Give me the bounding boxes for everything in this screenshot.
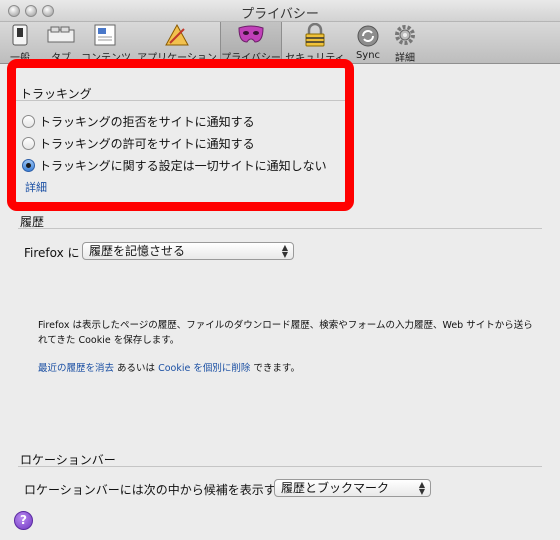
preferences-toolbar: 一般 タブ コンテンツ アプリケーション プライバシー セキュリティ Sync … <box>0 22 560 64</box>
toolbar-sync[interactable]: Sync <box>352 22 384 64</box>
window-title: プライバシー <box>241 7 319 22</box>
history-suffix-text: できます。 <box>253 363 300 374</box>
location-bar-suggest-select-value: 履歴とブックマーク <box>281 481 390 495</box>
content-document-icon <box>92 23 120 47</box>
history-prefix: Firefox に <box>24 246 80 260</box>
security-lock-icon <box>301 23 329 47</box>
history-or-text: あるいは <box>117 363 156 374</box>
location-bar-suggest-select[interactable]: 履歴とブックマーク ▲ ▼ <box>274 479 431 497</box>
toolbar-tabs[interactable]: タブ <box>46 22 76 64</box>
history-description: Firefox は表示したページの履歴、ファイルのダウンロード履歴、検索やフォー… <box>38 320 533 346</box>
location-bar-label: ロケーションバーには次の中から候補を表示する: <box>24 483 292 497</box>
location-bar-divider <box>18 466 542 467</box>
tabs-icon <box>47 23 75 47</box>
advanced-gear-icon <box>391 23 419 47</box>
clear-recent-history-link[interactable]: 最近の履歴を消去 <box>38 363 114 374</box>
history-divider <box>18 228 542 229</box>
sync-icon <box>354 23 382 48</box>
title-bar: プライバシー <box>0 0 560 22</box>
applications-icon <box>163 23 191 47</box>
remove-individual-cookies-link[interactable]: Cookie を個別に削除 <box>158 363 250 374</box>
toolbar-security[interactable]: セキュリティ <box>285 22 345 64</box>
toolbar-advanced-label: 詳細 <box>395 53 415 64</box>
toolbar-sync-label: Sync <box>355 50 381 61</box>
help-button[interactable]: ? <box>14 511 33 530</box>
toolbar-privacy[interactable]: プライバシー <box>220 22 282 64</box>
privacy-mask-icon <box>237 23 265 47</box>
toolbar-applications[interactable]: アプリケーション <box>137 22 217 64</box>
toolbar-content[interactable]: コンテンツ <box>81 22 131 64</box>
general-switch-icon <box>6 23 34 47</box>
tracking-highlight-box <box>7 59 354 211</box>
history-mode-select-value: 履歴を記憶させる <box>89 244 186 258</box>
history-mode-select[interactable]: 履歴を記憶させる ▲ ▼ <box>82 242 294 260</box>
select-arrows-icon: ▲ ▼ <box>418 480 425 496</box>
select-arrows-icon: ▲ ▼ <box>281 243 288 259</box>
toolbar-general[interactable]: 一般 <box>6 22 34 64</box>
history-actions: 最近の履歴を消去 あるいは Cookie を個別に削除 できます。 <box>38 361 538 376</box>
toolbar-advanced[interactable]: 詳細 <box>390 22 420 64</box>
